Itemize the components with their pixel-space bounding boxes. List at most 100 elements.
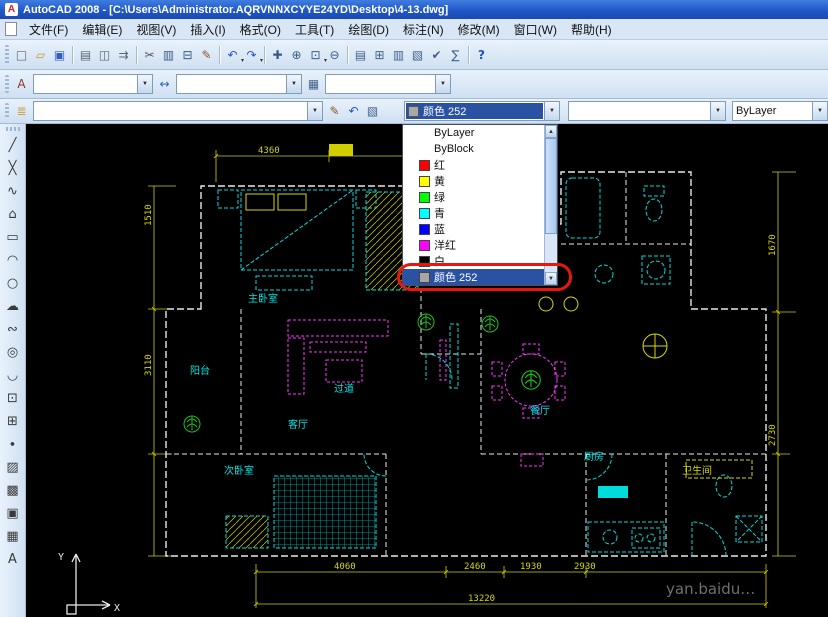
color-option-white[interactable]: 白 [403,253,544,269]
toolbar-grip[interactable] [5,74,9,94]
make-block-button[interactable]: ⊞ [2,410,24,432]
spline-icon: ∾ [7,321,18,337]
table-style-dropdown-arrow-icon[interactable] [435,75,450,93]
color-option-cyan[interactable]: 青 [403,205,544,221]
hatch-button[interactable]: ▨ [2,456,24,478]
rectangle-button[interactable]: ▭ [2,226,24,248]
lineweight-combo[interactable]: ByLayer [732,101,828,121]
lineweight-dropdown-arrow-icon[interactable] [812,102,827,120]
toolbar-grip[interactable] [5,127,20,131]
properties-button[interactable]: ▤ [351,45,370,65]
menu-edit[interactable]: 编辑(E) [75,18,129,41]
revision-cloud-button[interactable]: ☁ [2,295,24,317]
ellipse-button[interactable]: ◎ [2,341,24,363]
room-label-balcony: 阳台 [190,364,210,377]
dim-style-button[interactable]: ↔ [155,74,174,94]
pan-button[interactable]: ✚ [268,45,287,65]
polyline-button[interactable]: ∿ [2,180,24,202]
match-properties-button[interactable]: ✎ [197,45,216,65]
text-style-button[interactable]: A [12,74,31,94]
color-option-magenta[interactable]: 洋红 [403,237,544,253]
menu-draw[interactable]: 绘图(D) [341,18,396,41]
pan-icon: ✚ [272,47,283,62]
dim-style-dropdown-arrow-icon[interactable] [286,75,301,93]
layer-states-button[interactable]: ▧ [363,101,382,121]
save-button[interactable]: ▣ [50,45,69,65]
point-button[interactable]: ∙ [2,433,24,455]
tool-palettes-icon: ▥ [392,47,405,62]
layer-dropdown-arrow-icon[interactable] [307,102,322,120]
menu-help[interactable]: 帮助(H) [564,18,619,41]
plot-button[interactable]: ▤ [76,45,95,65]
open-button[interactable]: ▱ [31,45,50,65]
circle-button[interactable]: ○ [2,272,24,294]
color-option-color-252[interactable]: 颜色 252 [403,269,544,285]
tool-palettes-button[interactable]: ▥ [389,45,408,65]
menu-insert[interactable]: 插入(I) [183,18,232,41]
undo-button[interactable]: ↶ ▾ [223,45,244,65]
color-option-blue[interactable]: 蓝 [403,221,544,237]
region-button[interactable]: ▣ [2,502,24,524]
scroll-thumb[interactable] [545,138,557,234]
zoom-realtime-button[interactable]: ⊕ [287,45,306,65]
dim-style-combo[interactable] [176,74,302,94]
table-style-button[interactable]: ▦ [304,74,323,94]
table-button[interactable]: ▦ [2,525,24,547]
scroll-up-arrow-icon[interactable] [545,125,557,138]
construction-line-button[interactable]: ╳ [2,157,24,179]
color-option-red[interactable]: 红 [403,157,544,173]
markup-button[interactable]: ✔ [427,45,446,65]
color-option-bylayer[interactable]: ByLayer [403,125,544,141]
polyline-icon: ∿ [7,183,18,199]
designcenter-button[interactable]: ⊞ [370,45,389,65]
arc-button[interactable]: ◠ [2,249,24,271]
layer-properties-manager-button[interactable]: ≣ [12,101,31,121]
qnew-button[interactable]: □ [12,45,31,65]
line-button[interactable]: ╱ [2,134,24,156]
color-option-yellow[interactable]: 黄 [403,173,544,189]
polygon-button[interactable]: ⌂ [2,203,24,225]
cut-button[interactable]: ✂ [140,45,159,65]
text-style-combo[interactable] [33,74,153,94]
menu-format[interactable]: 格式(O) [233,18,288,41]
layer-combo[interactable] [33,101,323,121]
drawing-document-icon[interactable] [5,22,17,36]
sheet-set-manager-button[interactable]: ▧ [408,45,427,65]
menu-tools[interactable]: 工具(T) [288,18,341,41]
zoom-window-button[interactable]: ⊡ ▾ [306,45,327,65]
toolbar-grip[interactable] [5,44,9,65]
dropdown-scrollbar[interactable] [544,125,557,285]
menu-dimension[interactable]: 标注(N) [396,18,451,41]
menu-file[interactable]: 文件(F) [22,18,75,41]
color-combo[interactable]: 颜色 252 [404,101,560,121]
toolbar-separator [264,45,265,64]
menu-view[interactable]: 视图(V) [129,18,183,41]
table-style-combo[interactable] [325,74,451,94]
text-style-dropdown-arrow-icon[interactable] [137,75,152,93]
help-button[interactable]: ? [472,45,491,65]
scroll-down-arrow-icon[interactable] [545,272,557,285]
redo-button[interactable]: ↷ ▾ [242,45,263,65]
multiline-text-button[interactable]: A [2,548,24,570]
linetype-dropdown-arrow-icon[interactable] [710,102,725,120]
menu-window[interactable]: 窗口(W) [507,18,564,41]
ellipse-arc-button[interactable]: ◡ [2,364,24,386]
insert-block-button[interactable]: ⊡ [2,387,24,409]
color-option-byblock[interactable]: ByBlock [403,141,544,157]
gradient-button[interactable]: ▩ [2,479,24,501]
menu-modify[interactable]: 修改(M) [451,18,507,41]
spline-button[interactable]: ∾ [2,318,24,340]
zoom-previous-button[interactable]: ⊖ [325,45,344,65]
quickcalc-button[interactable]: ∑ [446,45,465,65]
plot-preview-button[interactable]: ◫ [95,45,114,65]
layer-previous-button[interactable]: ↶ [344,101,363,121]
publish-button[interactable]: ⇉ [114,45,133,65]
dropdown-arrow-icon: ▾ [259,57,263,64]
paste-button[interactable]: ⊟ [178,45,197,65]
color-dropdown-arrow-icon[interactable] [544,102,559,120]
linetype-combo[interactable] [568,101,726,121]
toolbar-grip[interactable] [5,103,9,119]
make-object-layer-current-button[interactable]: ✎ [325,101,344,121]
copy-button[interactable]: ▥ [159,45,178,65]
color-option-green[interactable]: 绿 [403,189,544,205]
